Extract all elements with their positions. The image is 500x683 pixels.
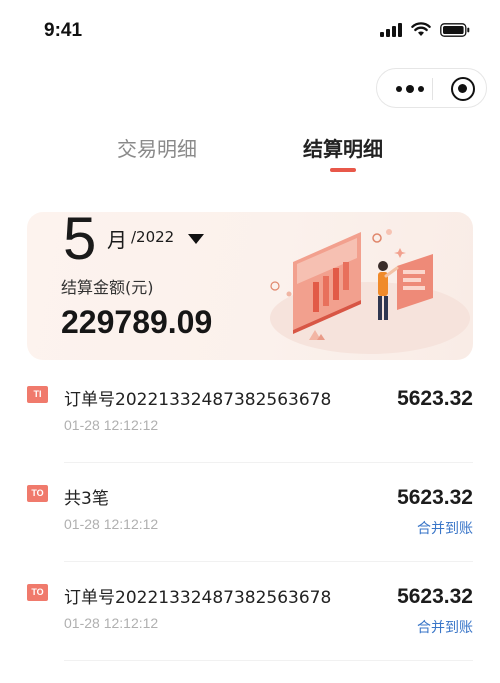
capsule-divider xyxy=(432,78,433,100)
transfer-in-icon: TI xyxy=(27,386,48,403)
active-tab-indicator xyxy=(330,168,356,172)
order-title: 共3笔 xyxy=(64,489,109,509)
finance-illustration xyxy=(270,229,470,354)
settlement-amount-label: 结算金额(元) xyxy=(61,278,154,297)
cellular-signal-icon xyxy=(380,22,402,37)
close-target-icon[interactable] xyxy=(451,77,475,101)
tab-transaction-details[interactable]: 交易明细 xyxy=(117,133,197,162)
year-value[interactable]: /2022 xyxy=(131,228,174,246)
month-unit: 月 xyxy=(107,228,127,252)
order-amount: 5623.32 xyxy=(397,486,473,509)
status-icons xyxy=(380,22,470,37)
order-time: 01-28 12:12:12 xyxy=(64,615,159,631)
order-time: 01-28 12:12:12 xyxy=(64,516,159,532)
mini-program-capsule xyxy=(376,68,487,108)
order-title: 订单号20221332487382563678 xyxy=(64,588,332,608)
order-title: 订单号20221332487382563678 xyxy=(64,390,332,410)
order-amount: 5623.32 xyxy=(397,387,473,410)
tab-settlement-details[interactable]: 结算明细 xyxy=(303,133,383,162)
order-amount: 5623.32 xyxy=(397,585,473,608)
order-time: 01-28 12:12:12 xyxy=(64,417,159,433)
wifi-icon xyxy=(411,22,431,36)
battery-icon xyxy=(440,22,470,37)
merged-settlement-link[interactable]: 合并到账 xyxy=(417,617,473,637)
status-time: 9:41 xyxy=(44,20,83,41)
month-value[interactable]: 5 xyxy=(63,212,96,273)
divider xyxy=(64,660,473,661)
list-item[interactable]: TO 订单号20221332487382563678 01-28 12:12:1… xyxy=(0,563,500,661)
divider xyxy=(64,561,473,562)
transfer-out-icon: TO xyxy=(27,485,48,502)
more-icon[interactable] xyxy=(387,69,432,109)
list-item[interactable]: TI 订单号20221332487382563678 01-28 12:12:1… xyxy=(0,365,500,463)
caret-down-icon[interactable] xyxy=(188,234,204,244)
settlement-amount: 229789.09 xyxy=(61,304,213,340)
divider xyxy=(64,462,473,463)
merged-settlement-link[interactable]: 合并到账 xyxy=(417,518,473,538)
transfer-out-icon: TO xyxy=(27,584,48,601)
settlement-summary-card: 5 月 /2022 结算金额(元) 229789.09 xyxy=(27,212,473,360)
list-item[interactable]: TO 共3笔 01-28 12:12:12 5623.32 合并到账 xyxy=(0,464,500,562)
status-bar: 9:41 xyxy=(0,0,500,60)
